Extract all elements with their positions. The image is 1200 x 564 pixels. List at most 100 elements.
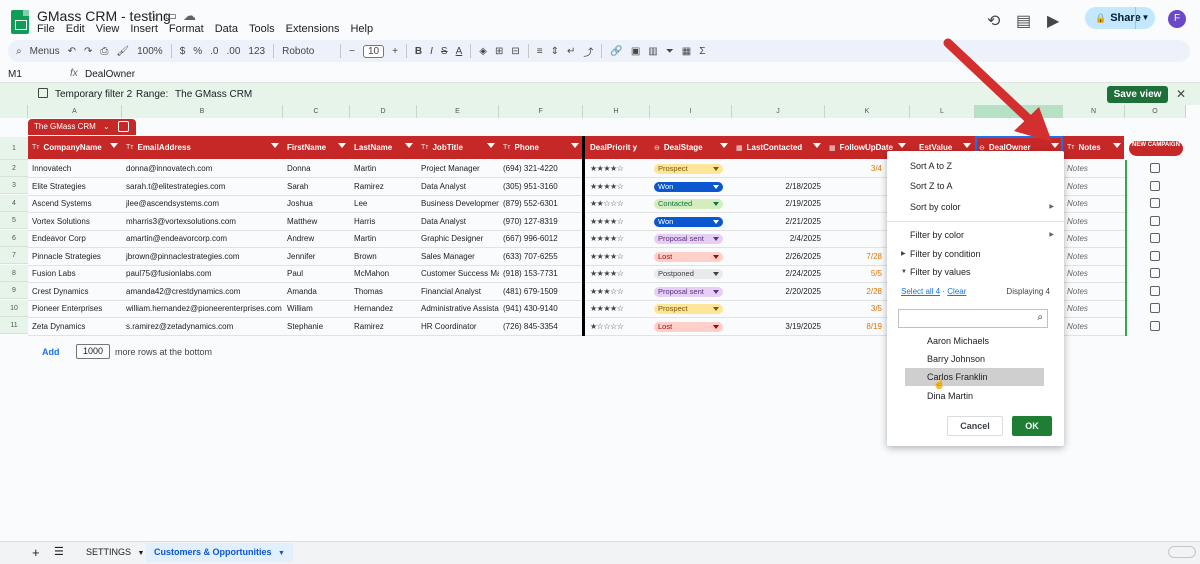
vertical-align-icon[interactable]: ⇕ xyxy=(551,46,559,57)
sheet-tab-customers[interactable]: Customers & Opportunities ▼ xyxy=(146,543,293,562)
cell-contacted[interactable]: 2/21/2025 xyxy=(732,213,825,230)
header-priority[interactable]: DealPriorit y xyxy=(586,136,650,159)
col-header-e[interactable]: E xyxy=(417,105,499,118)
cell-email[interactable]: jbrown@pinnaclestrategies.com xyxy=(122,248,283,265)
filter-value-item[interactable]: Barry Johnson xyxy=(927,354,985,364)
cell-last[interactable]: Lee xyxy=(350,195,417,212)
share-caret-icon[interactable]: ▼ xyxy=(1135,7,1155,29)
header-email[interactable]: Tт EmailAddress xyxy=(122,136,283,159)
stage-chip[interactable]: Lost xyxy=(654,321,723,332)
select-all-link[interactable]: Select all 4 xyxy=(901,287,940,296)
campaign-checkbox[interactable] xyxy=(1150,303,1160,313)
add-rows-count-input[interactable]: 1000 xyxy=(76,344,110,359)
cell-stars[interactable]: ★★★★☆ xyxy=(586,213,650,230)
cell-notes[interactable]: Notes xyxy=(1063,230,1125,247)
cell-contacted[interactable]: 2/4/2025 xyxy=(732,230,825,247)
range-value[interactable]: The GMass CRM xyxy=(175,89,252,100)
col-header-k[interactable]: K xyxy=(825,105,910,118)
print-icon[interactable]: ⎙ xyxy=(100,46,108,57)
zoom-select[interactable]: 100% xyxy=(137,46,163,57)
cell-phone[interactable]: (481) 679-1509 xyxy=(499,283,583,300)
cell-phone[interactable]: (941) 430-9140 xyxy=(499,300,583,317)
frozen-column-divider[interactable] xyxy=(582,136,585,336)
cell-notes[interactable]: Notes xyxy=(1063,248,1125,265)
col-header-d[interactable]: D xyxy=(350,105,417,118)
cloud-status-icon[interactable]: ☁ xyxy=(183,8,202,23)
cell-stage[interactable]: Postponed xyxy=(650,265,732,282)
cell-email[interactable]: amanda42@crestdynamics.com xyxy=(122,283,283,300)
avatar[interactable]: F xyxy=(1168,10,1186,28)
cell-notes[interactable]: Notes xyxy=(1063,178,1125,195)
row-header[interactable]: 10 xyxy=(0,300,28,317)
cell-first[interactable]: Donna xyxy=(283,160,350,177)
filter-values-search-input[interactable]: ⌕ xyxy=(898,309,1048,328)
cell-contacted[interactable]: 2/24/2025 xyxy=(732,265,825,282)
increase-decimal-button[interactable]: .00 xyxy=(227,46,241,57)
campaign-checkbox[interactable] xyxy=(1150,180,1160,191)
strikethrough-button[interactable]: S xyxy=(441,46,448,57)
cancel-button[interactable]: Cancel xyxy=(947,416,1003,436)
font-select[interactable]: Roboto xyxy=(282,46,332,57)
header-phone[interactable]: Tт Phone xyxy=(499,136,583,159)
cell-stage[interactable]: Lost xyxy=(650,248,732,265)
col-header-h[interactable]: H xyxy=(583,105,650,118)
menu-view[interactable]: View xyxy=(96,23,120,35)
text-wrap-icon[interactable]: ↵ xyxy=(567,46,575,57)
col-header-c[interactable]: C xyxy=(283,105,350,118)
cell-phone[interactable]: (726) 845-3354 xyxy=(499,318,583,335)
cell-last[interactable]: Thomas xyxy=(350,283,417,300)
cell-job[interactable]: Graphic Designer xyxy=(417,230,499,247)
menu-help[interactable]: Help xyxy=(350,23,373,35)
filter-dropdown-icon[interactable] xyxy=(110,143,118,148)
cell-company[interactable]: Innovatech xyxy=(28,160,122,177)
cell-last[interactable]: Hernandez xyxy=(350,300,417,317)
stage-chip[interactable]: Proposal sent xyxy=(654,286,723,297)
cell-company[interactable]: Crest Dynamics xyxy=(28,283,122,300)
header-last[interactable]: LastName xyxy=(350,136,417,159)
cell-notes[interactable]: Notes xyxy=(1063,300,1125,317)
cell-last[interactable]: Martin xyxy=(350,160,417,177)
cell-job[interactable]: HR Coordinator xyxy=(417,318,499,335)
cell-company[interactable]: Zeta Dynamics xyxy=(28,318,122,335)
fill-color-icon[interactable]: ◈ xyxy=(479,46,487,57)
cell-first[interactable]: Jennifer xyxy=(283,248,350,265)
menu-filter-by-condition[interactable]: Filter by condition xyxy=(910,249,981,259)
search-menus-icon[interactable]: ⌕ xyxy=(16,46,22,57)
campaign-checkbox[interactable] xyxy=(1150,285,1160,296)
expand-arrow-icon[interactable]: ▶ xyxy=(901,250,906,257)
menu-edit[interactable]: Edit xyxy=(66,23,85,35)
history-icon[interactable]: ⟲ xyxy=(987,11,1000,31)
cell-last[interactable]: Ramirez xyxy=(350,318,417,335)
campaign-checkbox[interactable] xyxy=(1150,163,1160,173)
insert-chart-icon[interactable]: ▥ xyxy=(648,46,657,57)
cell-contacted[interactable]: 2/20/2025 xyxy=(732,283,825,300)
stage-chip[interactable]: Prospect xyxy=(654,304,723,314)
row-header[interactable]: 8 xyxy=(0,265,28,282)
cell-notes[interactable]: Notes xyxy=(1063,283,1125,300)
cell-stars[interactable]: ★★★★☆ xyxy=(586,160,650,177)
cell-job[interactable]: Data Analyst xyxy=(417,178,499,195)
cell-email[interactable]: amartin@endeavorcorp.com xyxy=(122,230,283,247)
cell-job[interactable]: Data Analyst xyxy=(417,213,499,230)
menu-filter-by-color[interactable]: Filter by color xyxy=(910,230,964,240)
filter-icon[interactable]: ⏷ xyxy=(666,46,674,57)
row-header[interactable]: 4 xyxy=(0,195,28,212)
cell-first[interactable]: William xyxy=(283,300,350,317)
campaign-checkbox[interactable] xyxy=(1150,233,1160,243)
cell-first[interactable]: Joshua xyxy=(283,195,350,212)
row-header[interactable]: 11 xyxy=(0,317,28,334)
collapse-arrow-icon[interactable]: ▼ xyxy=(901,269,907,275)
horizontal-scrollbar[interactable] xyxy=(1168,546,1196,558)
cell-followup[interactable]: 3/4 xyxy=(825,160,886,177)
text-rotation-icon[interactable]: ⤴ xyxy=(583,44,593,59)
cell-job[interactable]: Project Manager xyxy=(417,160,499,177)
campaign-checkbox[interactable] xyxy=(1150,250,1160,261)
formula-input[interactable]: DealOwner xyxy=(85,69,135,80)
filter-views-icon[interactable]: ▦ xyxy=(682,46,691,57)
cell-email[interactable]: mharris3@vortexsolutions.com xyxy=(122,213,283,230)
undo-icon[interactable]: ↶ xyxy=(68,46,76,57)
filter-dropdown-icon[interactable] xyxy=(720,143,728,148)
align-left-icon[interactable]: ≡ xyxy=(537,46,543,57)
stage-chip[interactable]: Won xyxy=(654,181,723,192)
italic-button[interactable]: I xyxy=(430,46,433,57)
